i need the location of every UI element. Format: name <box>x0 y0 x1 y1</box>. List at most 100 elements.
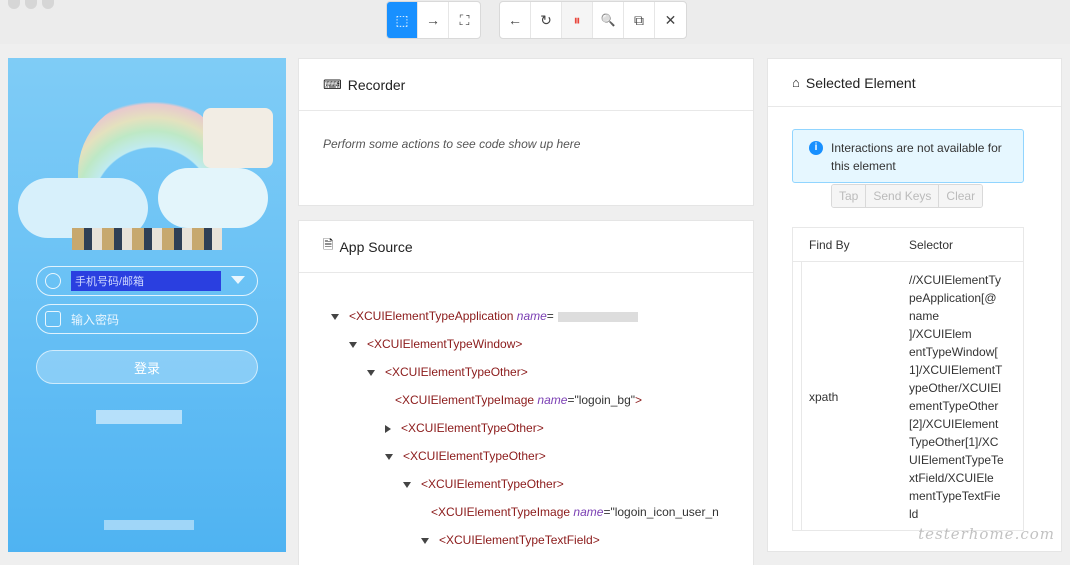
tree-node[interactable]: <XCUIElementTypeApplication name= <box>331 309 638 323</box>
node-close: > <box>556 477 564 491</box>
window-zoom-control[interactable] <box>42 0 54 9</box>
node-tag: <XCUIElementTypeApplication <box>349 309 517 323</box>
arrow-left-icon: ← <box>508 12 522 28</box>
file-icon: 🗎 <box>323 236 334 252</box>
user-icon <box>45 273 61 289</box>
tree-node[interactable]: <XCUIElementTypeTextField> <box>421 533 600 547</box>
app-source-panel: 🗎 App Source <XCUIElementTypeApplication… <box>298 220 754 565</box>
lock-icon <box>45 311 61 327</box>
node-tag: <XCUIElementTypeWindow <box>367 337 516 351</box>
close-icon: ✕ <box>664 11 677 28</box>
terminal-icon: ⌨ <box>323 76 342 92</box>
app-source-header: 🗎 App Source <box>299 221 753 273</box>
tree-node[interactable]: <XCUIElementTypeWindow> <box>349 337 522 351</box>
clear-button[interactable]: Clear <box>939 185 983 207</box>
node-close: > <box>538 449 546 463</box>
redacted-text <box>96 410 182 424</box>
quit-session-button[interactable]: ✕ <box>655 2 686 38</box>
tap-by-coordinates-button[interactable]: ⛶ <box>449 2 480 38</box>
selector-table: Find By Selector xpath //XCUIElementTy pe… <box>792 227 1024 531</box>
info-icon: i <box>809 141 823 155</box>
recorder-header: ⌨ Recorder <box>299 59 753 111</box>
device-screenshot[interactable]: 手机号码/邮箱 输入密码 登录 <box>8 58 286 552</box>
window-close-control[interactable] <box>8 0 20 9</box>
selector-line: ]/XCUIElem <box>909 327 972 341</box>
tree-node[interactable]: <XCUIElementTypeImage name="logoin_bg"> <box>385 393 642 407</box>
swipe-by-coordinates-button[interactable]: → <box>418 2 449 38</box>
node-attr-value: ="logoin_bg" <box>567 393 636 407</box>
password-field[interactable]: 输入密码 <box>36 304 258 334</box>
window-titlebar: ⬚ → ⛶ ← ↻ ⏸ 🔍 ⧉ ✕ <box>0 0 1070 44</box>
node-tag: <XCUIElementTypeOther <box>401 421 537 435</box>
pause-recording-button[interactable]: ⏸ <box>562 2 593 38</box>
node-tag: <XCUIElementTypeImage <box>431 505 574 519</box>
watermark: testerhome.com <box>918 525 1055 543</box>
selected-element-title: Selected Element <box>805 74 916 91</box>
tree-node[interactable]: <XCUIElementTypeOther> <box>367 365 528 379</box>
tree-node[interactable]: <XCUIElementTypeOther> <box>385 449 546 463</box>
selector-line: peApplication[@ <box>909 291 997 305</box>
copy-icon: ⧉ <box>634 11 644 28</box>
node-tag: <XCUIElementTypeOther <box>385 365 521 379</box>
redacted-footer-text <box>104 520 194 530</box>
caret-down-icon[interactable] <box>421 537 429 544</box>
selector-line: TypeOther[1]/XC <box>909 435 999 449</box>
node-close: > <box>592 533 600 547</box>
selector-value[interactable]: //XCUIElementTy peApplication[@ name]/XCUI… <box>909 271 1019 523</box>
recorder-panel: ⌨ Recorder Perform some actions to see c… <box>298 58 754 206</box>
node-tag: <XCUIElementTypeTextField <box>439 533 593 547</box>
refresh-icon: ↻ <box>540 11 552 28</box>
select-elements-button[interactable]: ⬚ <box>387 2 418 38</box>
node-attr-name: name <box>537 393 568 407</box>
send-keys-button[interactable]: Send Keys <box>866 185 940 207</box>
selector-header: Selector <box>909 237 954 252</box>
selector-line: entTypeWindow[ <box>909 345 998 359</box>
window-minimize-control[interactable] <box>25 0 37 9</box>
login-button[interactable]: 登录 <box>36 350 258 384</box>
pause-icon: ⏸ <box>573 11 581 28</box>
node-attr-value: = <box>546 309 554 323</box>
selected-element-panel: ⌂ Selected Element i Interactions are no… <box>767 58 1062 552</box>
table-header: Find By Selector <box>793 228 1023 262</box>
toolbar-mode-group: ⬚ → ⛶ <box>386 1 481 39</box>
redacted-value <box>557 311 638 322</box>
tree-node[interactable]: <XCUIElementTypeImage name="logoin_icon_… <box>421 505 719 519</box>
caret-down-icon[interactable] <box>331 313 339 320</box>
element-action-buttons: Tap Send Keys Clear <box>831 184 984 208</box>
caret-down-icon[interactable] <box>349 341 357 348</box>
tree-node[interactable]: <XCUIElementTypeOther> <box>403 477 564 491</box>
caret-down-icon[interactable] <box>385 453 393 460</box>
node-attr-value: ="logoin_icon_user_n <box>603 505 719 519</box>
caret-right-icon[interactable] <box>385 424 391 433</box>
app-logo-text <box>72 228 222 250</box>
find-by-header: Find By <box>809 237 850 252</box>
selector-line: ementTypeOther <box>909 399 999 413</box>
tap-button[interactable]: Tap <box>832 185 867 207</box>
search-elements-button[interactable]: 🔍 <box>593 2 624 38</box>
caret-down-icon[interactable] <box>403 481 411 488</box>
tree-node[interactable]: <XCUIElementTypeOther> <box>385 421 544 435</box>
node-tag: <XCUIElementTypeOther <box>421 477 557 491</box>
alert-message: Interactions are not available for this … <box>831 141 1002 173</box>
selector-line: mentTypeTextFie <box>909 489 1001 503</box>
chevron-down-icon[interactable] <box>231 276 245 284</box>
back-button[interactable]: ← <box>500 2 531 38</box>
account-input-highlighted[interactable]: 手机号码/邮箱 <box>71 271 221 291</box>
crop-scan-icon: ⛶ <box>459 11 470 28</box>
node-close: > <box>635 393 643 407</box>
refresh-button[interactable]: ↻ <box>531 2 562 38</box>
copy-xml-button[interactable]: ⧉ <box>624 2 655 38</box>
node-close: > <box>520 365 528 379</box>
selector-line: [2]/XCUIElement <box>909 417 999 431</box>
app-source-title: App Source <box>339 238 413 255</box>
recorder-empty-message: Perform some actions to see code show up… <box>323 137 581 151</box>
caret-down-icon[interactable] <box>367 369 375 376</box>
tag-icon: ⌂ <box>792 75 800 90</box>
password-input[interactable]: 输入密码 <box>71 311 119 328</box>
cursor-select-icon: ⬚ <box>395 11 409 28</box>
find-by-value: xpath <box>809 390 839 404</box>
selector-line: ypeOther/XCUIEl <box>909 381 1002 395</box>
node-attr-name: name <box>573 505 604 519</box>
account-field[interactable]: 手机号码/邮箱 <box>36 266 258 296</box>
node-tag: <XCUIElementTypeImage <box>395 393 538 407</box>
